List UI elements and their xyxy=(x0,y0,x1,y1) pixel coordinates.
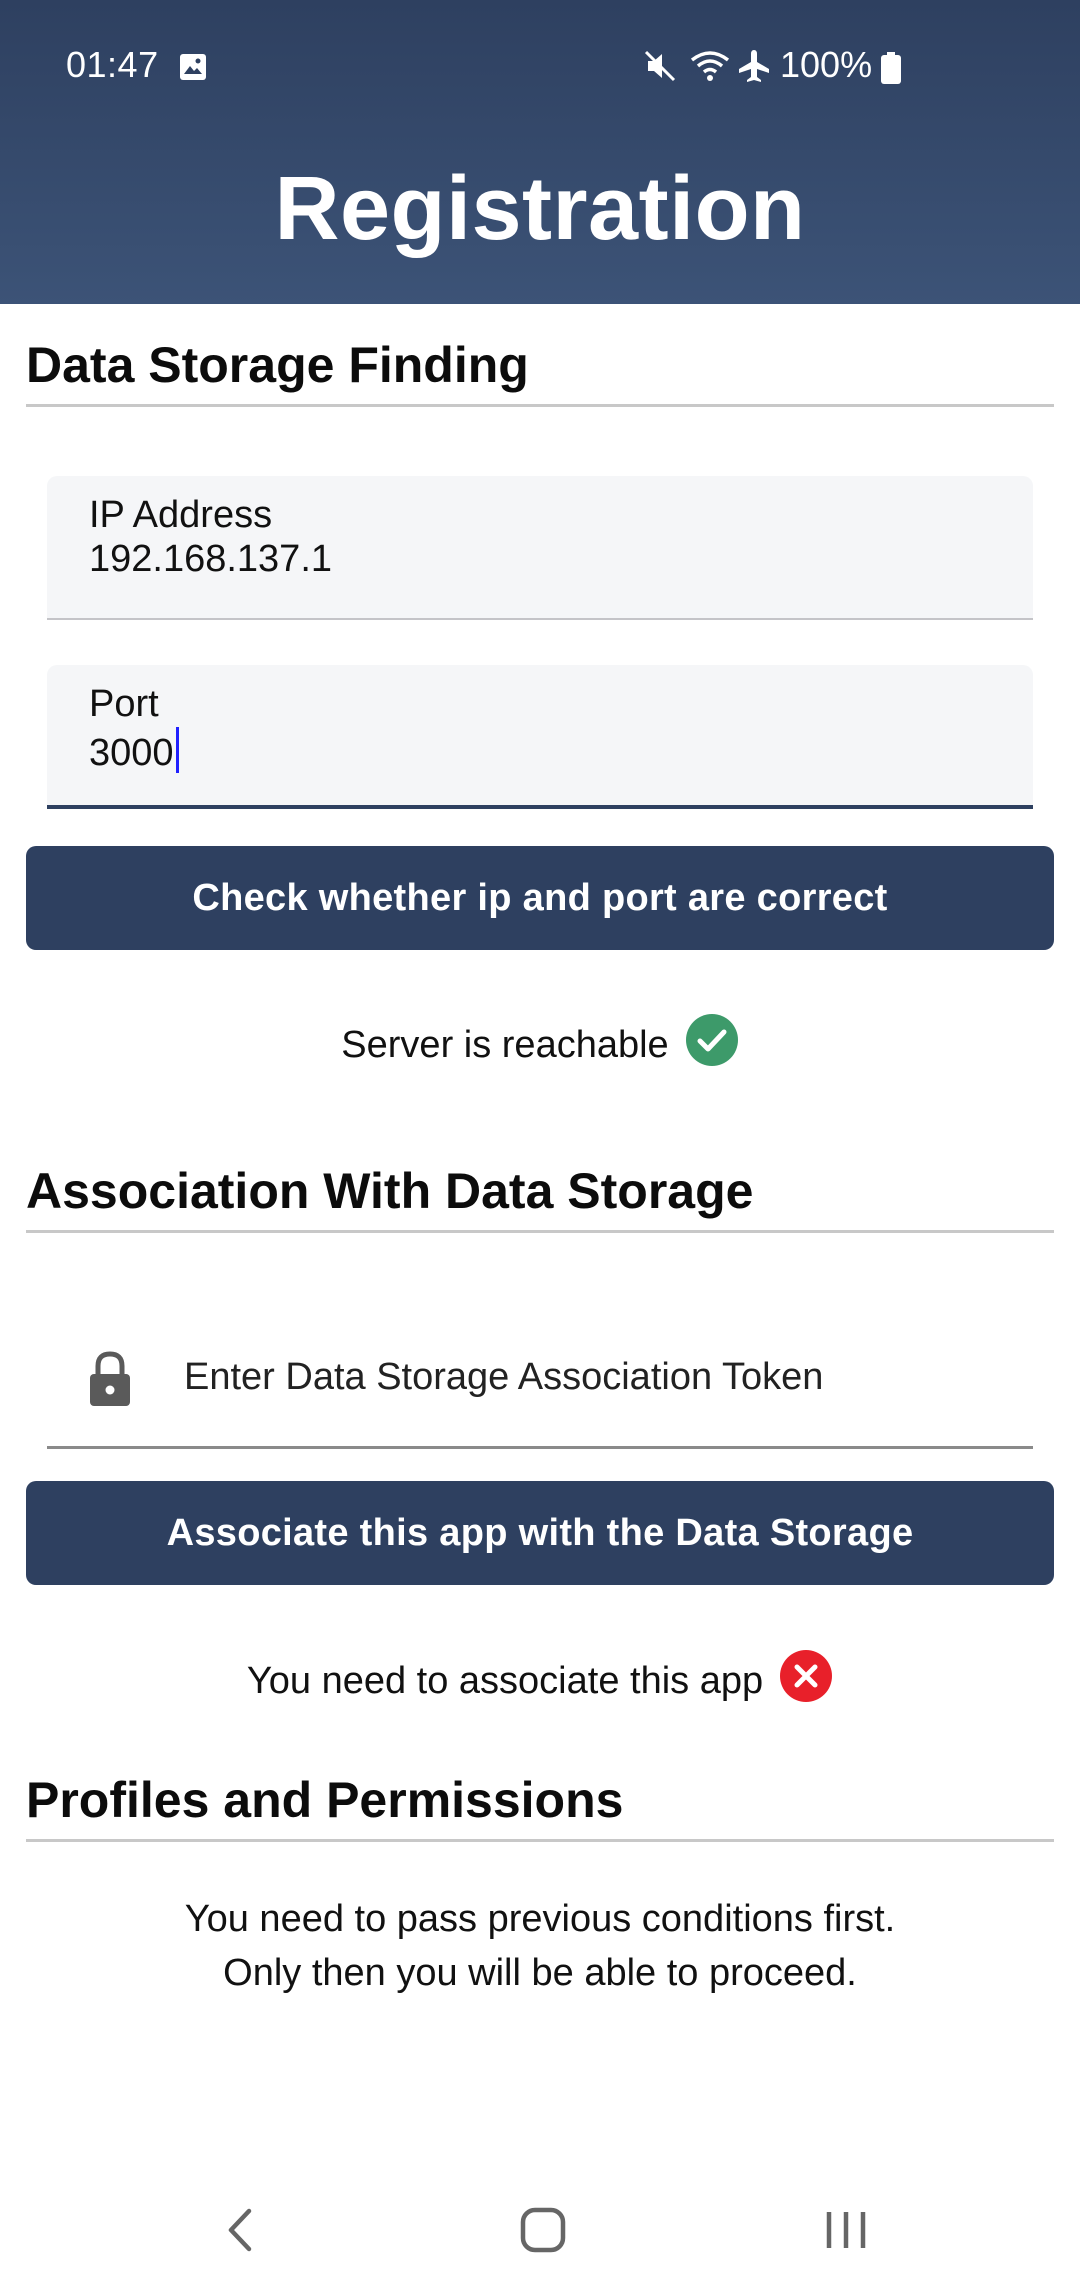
status-bar: 01:47 100% xyxy=(0,0,1080,130)
token-placeholder: Enter Data Storage Association Token xyxy=(184,1356,824,1398)
status-time: 01:47 xyxy=(66,44,159,85)
associate-button[interactable]: Associate this app with the Data Storage xyxy=(26,1481,1054,1585)
port-value: 3000 xyxy=(89,732,174,774)
profiles-info-line2: Only then you will be able to proceed. xyxy=(223,1952,857,1994)
profiles-info-line1: You need to pass previous conditions fir… xyxy=(184,1898,896,1940)
ip-address-field[interactable]: IP Address 192.168.137.1 xyxy=(47,476,1033,620)
gallery-icon xyxy=(178,52,208,87)
system-nav-bar xyxy=(0,2160,1080,2280)
lock-icon xyxy=(87,1350,133,1413)
airplane-icon xyxy=(736,48,772,89)
battery-icon xyxy=(880,52,902,89)
error-circle-icon xyxy=(779,1649,833,1713)
association-status: You need to associate this app xyxy=(0,1649,1080,1713)
server-status: Server is reachable xyxy=(0,1013,1080,1077)
recents-icon[interactable] xyxy=(806,2190,886,2270)
server-status-text: Server is reachable xyxy=(341,1023,669,1066)
ip-address-label: IP Address xyxy=(89,494,273,536)
association-token-input[interactable]: Enter Data Storage Association Token xyxy=(47,1330,1033,1449)
app-header: 01:47 100% Registration xyxy=(0,0,1080,304)
section-title-profiles: Profiles and Permissions xyxy=(26,1771,1054,1842)
wifi-icon xyxy=(688,48,732,89)
port-value-wrap: 3000 xyxy=(89,727,179,775)
ip-address-value: 192.168.137.1 xyxy=(89,538,333,580)
page-title: Registration xyxy=(274,159,806,259)
port-field[interactable]: Port 3000 xyxy=(47,665,1033,809)
association-status-text: You need to associate this app xyxy=(246,1659,764,1702)
back-icon[interactable] xyxy=(201,2190,281,2270)
mute-icon xyxy=(642,48,678,89)
battery-percentage: 100% xyxy=(780,44,873,85)
port-label: Port xyxy=(89,683,159,725)
check-circle-icon xyxy=(685,1013,739,1077)
section-title-finding: Data Storage Finding xyxy=(26,336,1054,407)
profiles-info: You need to pass previous conditions fir… xyxy=(0,1892,1080,2000)
home-icon[interactable] xyxy=(503,2190,583,2270)
section-title-association: Association With Data Storage xyxy=(26,1162,1054,1233)
text-cursor xyxy=(175,727,179,773)
check-connection-button[interactable]: Check whether ip and port are correct xyxy=(26,846,1054,950)
